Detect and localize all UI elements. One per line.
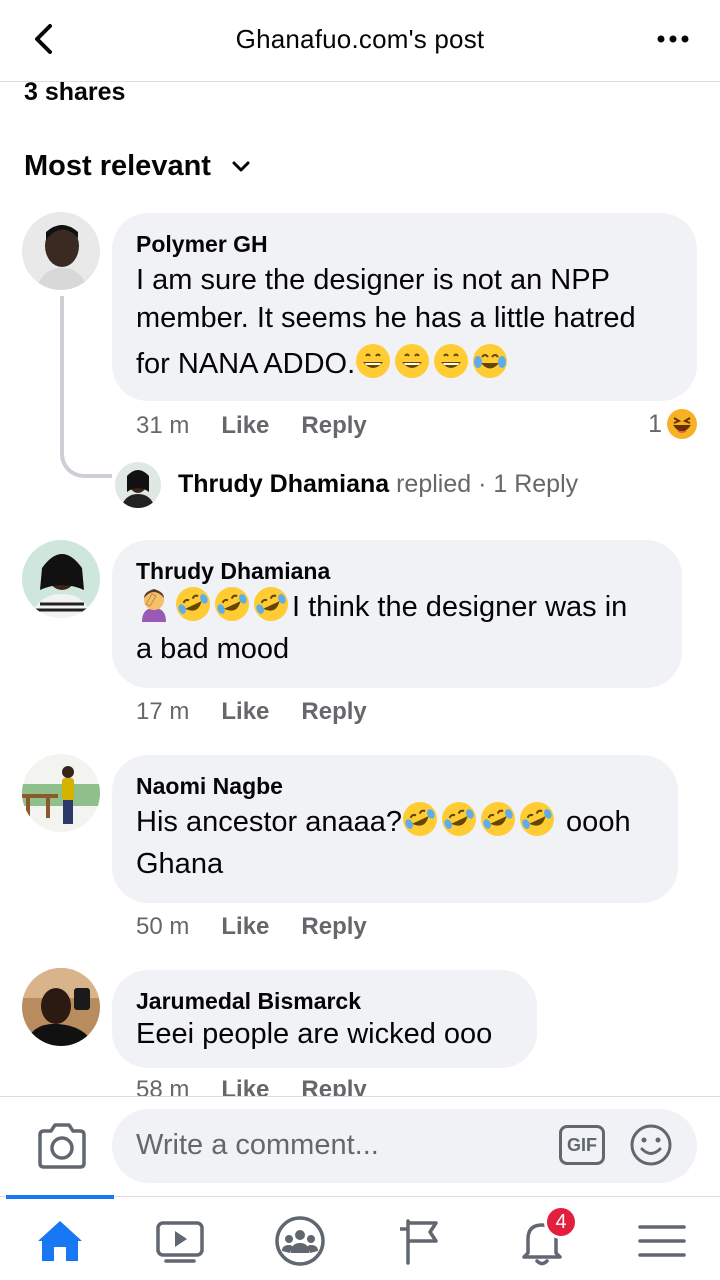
- groups-icon[interactable]: [274, 1215, 326, 1267]
- notification-badge: 4: [544, 1205, 578, 1239]
- comment-author[interactable]: Thrudy Dhamiana: [136, 556, 658, 586]
- grinning-emoji-icon: [395, 344, 430, 378]
- haha-reaction-icon: [667, 409, 697, 439]
- sort-dropdown[interactable]: Most relevant: [24, 150, 251, 183]
- chevron-down-icon: [232, 161, 250, 171]
- comment-actions: 58 m Like Reply: [136, 1076, 367, 1096]
- avatar[interactable]: [22, 540, 100, 618]
- menu-hamburger-icon[interactable]: [636, 1215, 688, 1267]
- comment-bubble[interactable]: Polymer GH I am sure the designer is not…: [112, 213, 697, 401]
- comment-author[interactable]: Jarumedal Bismarck: [136, 986, 513, 1016]
- comment-text-line-emoji: for NANA ADDO.: [136, 343, 673, 385]
- home-icon[interactable]: [34, 1215, 86, 1267]
- comment-actions: 31 m Like Reply: [136, 412, 367, 440]
- tears-of-joy-emoji-icon: [473, 344, 508, 378]
- rofl-emoji-icon: [442, 802, 476, 836]
- reply-author: Thrudy Dhamiana: [178, 470, 390, 498]
- comment-time: 58 m: [136, 1076, 190, 1096]
- comment-text-line: Ghana: [136, 848, 224, 880]
- reply-button[interactable]: Reply: [301, 1076, 366, 1096]
- avatar[interactable]: [22, 754, 100, 832]
- comment-bubble[interactable]: Naomi Nagbe His ancestor anaaa? oooh Gha…: [112, 755, 678, 903]
- facepalm-woman-emoji-icon: [142, 589, 166, 622]
- comment-author[interactable]: Naomi Nagbe: [136, 771, 654, 801]
- like-button[interactable]: Like: [221, 412, 269, 440]
- comment-text-line: a bad mood: [136, 633, 290, 665]
- comment-input-placeholder: Write a comment...: [136, 1129, 379, 1161]
- comment-author[interactable]: Polymer GH: [136, 229, 673, 259]
- comment-actions: 50 m Like Reply: [136, 913, 367, 941]
- avatar[interactable]: [115, 462, 161, 508]
- comment-text: His ancestor anaaa?: [136, 806, 402, 838]
- like-button[interactable]: Like: [221, 913, 269, 941]
- reply-button[interactable]: Reply: [301, 913, 366, 941]
- active-tab-indicator: [6, 1195, 114, 1199]
- comment-text: Eeei people are wicked ooo: [136, 1018, 493, 1050]
- avatar[interactable]: [22, 212, 100, 290]
- comment-time: 31 m: [136, 412, 190, 439]
- like-button[interactable]: Like: [221, 1076, 269, 1096]
- grinning-emoji-icon: [434, 344, 469, 378]
- reply-button[interactable]: Reply: [301, 412, 366, 440]
- reaction-summary[interactable]: 1: [648, 408, 698, 440]
- comment-text-line-emoji: His ancestor anaaa? oooh: [136, 801, 654, 843]
- reply-thread-line: [60, 296, 112, 478]
- reply-button[interactable]: Reply: [301, 698, 366, 726]
- rofl-emoji-icon: [520, 802, 554, 836]
- comment-bubble[interactable]: Thrudy Dhamiana I think the designer was…: [112, 540, 682, 688]
- rofl-emoji-icon: [215, 587, 249, 621]
- bottom-nav: 4: [0, 1195, 720, 1280]
- comment-text-line-emoji: I think the designer was in: [136, 586, 658, 628]
- pages-flag-icon[interactable]: [396, 1215, 448, 1267]
- comment-bubble[interactable]: Jarumedal Bismarck Eeei people are wicke…: [112, 970, 537, 1068]
- comment-time: 17 m: [136, 698, 190, 725]
- like-button[interactable]: Like: [221, 698, 269, 726]
- comment-input[interactable]: Write a comment... GIF: [112, 1109, 697, 1183]
- comment-time: 50 m: [136, 913, 190, 940]
- comment-text: for NANA ADDO.: [136, 348, 356, 380]
- reply-count-text: replied · 1 Reply: [389, 470, 579, 498]
- comment-text: oooh: [558, 806, 631, 838]
- post-header: Ghanafuo.com's post: [0, 0, 720, 82]
- comment-text-line: member. It seems he has a little hatred: [136, 302, 636, 334]
- comment-text: I think the designer was in: [292, 591, 628, 623]
- rofl-emoji-icon: [254, 587, 288, 621]
- grinning-emoji-icon: [356, 344, 391, 378]
- emoji-smile-icon[interactable]: [629, 1123, 673, 1167]
- rofl-emoji-icon: [176, 587, 210, 621]
- comment-composer: Write a comment... GIF: [0, 1096, 720, 1196]
- rofl-emoji-icon: [481, 802, 515, 836]
- camera-icon[interactable]: [36, 1123, 88, 1169]
- gif-button[interactable]: GIF: [559, 1125, 605, 1165]
- watch-video-icon[interactable]: [154, 1215, 206, 1267]
- avatar[interactable]: [22, 968, 100, 1046]
- page-title: Ghanafuo.com's post: [235, 24, 485, 54]
- view-replies-link[interactable]: Thrudy Dhamiana replied · 1 Reply: [178, 470, 578, 499]
- shares-count[interactable]: 3 shares: [24, 78, 125, 107]
- reaction-count: 1: [648, 409, 662, 438]
- comment-actions: 17 m Like Reply: [136, 698, 367, 726]
- comment-text-line: I am sure the designer is not an NPP: [136, 264, 610, 296]
- more-options-icon[interactable]: [656, 34, 690, 44]
- sort-label: Most relevant: [24, 150, 211, 182]
- rofl-emoji-icon: [403, 802, 437, 836]
